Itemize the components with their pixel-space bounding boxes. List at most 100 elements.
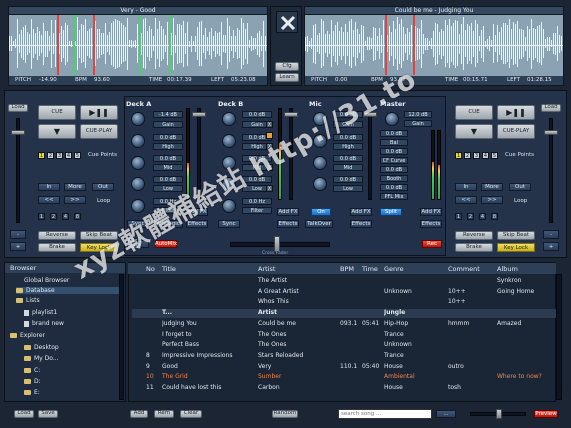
mic-add-fx-button[interactable]: Add FX [350, 208, 372, 216]
deck-b-skip-beat-button[interactable]: Skip Beat [497, 231, 535, 240]
deck-b-cue-play-button[interactable]: CUE-PLAY [497, 124, 535, 139]
tree-drive-c[interactable]: C: [24, 367, 40, 374]
tree-my-documents[interactable]: My Do... [24, 355, 59, 362]
tree-playlist1[interactable]: playlist1 [24, 309, 57, 316]
cue-point-button-5[interactable]: 5 [74, 152, 81, 159]
tree-drive-d[interactable]: D: [24, 378, 41, 385]
deck-b-cue-button[interactable]: CUE [455, 105, 493, 120]
master-split-button[interactable]: Split [380, 208, 402, 216]
deck-b-volume-handle[interactable] [284, 112, 298, 117]
column-header-title[interactable]: Title [162, 265, 176, 273]
deck-a-volume-handle[interactable] [192, 112, 206, 117]
deck-a-cue-play-button[interactable]: CUE-PLAY [80, 124, 118, 139]
cue-point-button-1[interactable]: 1 [38, 152, 45, 159]
footer-save-button[interactable]: Save [38, 410, 58, 418]
deck-b-brake-button[interactable]: Brake [455, 243, 493, 252]
crossfader-track[interactable] [230, 242, 330, 247]
loop-size-button-8[interactable]: 8 [74, 213, 81, 220]
deck-a-cue-button[interactable]: CUE [38, 105, 76, 120]
tree-explorer[interactable]: Explorer [10, 332, 45, 339]
table-row[interactable]: 9 Good Very 110.1 05:40 House outro [132, 363, 556, 372]
deck-b-reverse-button[interactable]: Reverse [455, 231, 493, 240]
column-header-artist[interactable]: Artist [258, 265, 275, 273]
mic-mid-knob[interactable] [313, 156, 327, 170]
deck-b-loop-out[interactable]: Out [509, 183, 531, 191]
deck-a-high-knob[interactable] [131, 134, 145, 148]
deck-b-load-button[interactable]: Load [541, 104, 561, 112]
loop-size-button-4[interactable]: 4 [62, 213, 69, 220]
cue-point-button-3[interactable]: 3 [56, 152, 63, 159]
table-row[interactable]: Judging You Could be me 093.1 05:41 Hip-Hop h… [132, 320, 556, 329]
table-row[interactable]: A Great Artist Unknown 10++ Going Home [132, 288, 556, 297]
deck-b-x-toggle[interactable]: X [266, 121, 273, 128]
deck-b-gain-knob[interactable] [222, 112, 236, 126]
cue-point-button-2[interactable]: 2 [47, 152, 54, 159]
loop-size-button-1[interactable]: 1 [455, 213, 462, 220]
tracklist-scrollbar[interactable] [556, 274, 562, 400]
deck-a-pitch-plus[interactable]: + [10, 242, 26, 251]
preview-button[interactable]: Preview [534, 410, 558, 418]
deck-a-loop-more[interactable]: More [64, 183, 86, 191]
loop-size-button-2[interactable]: 2 [50, 213, 57, 220]
table-row[interactable]: I forget to The Ones Trance [132, 331, 556, 340]
deck-a-pitch-handle[interactable] [11, 130, 25, 135]
loop-size-button-1[interactable]: 1 [38, 213, 45, 220]
master-add-fx-button[interactable]: Add FX [420, 208, 442, 216]
search-input[interactable] [338, 409, 432, 419]
deck-b-high-knob[interactable] [222, 134, 236, 148]
column-header-time[interactable]: Time [362, 265, 378, 273]
table-row[interactable]: T... Artist Jungle [132, 309, 556, 319]
cue-point-button-1[interactable]: 1 [455, 152, 462, 159]
deck-a-gain-knob[interactable] [131, 112, 145, 126]
deck-a-loop-back[interactable]: << [38, 196, 60, 204]
deck-b-effects-button[interactable]: Effects [277, 220, 299, 228]
deck-b-loop-in[interactable]: In [455, 183, 477, 191]
cue-point-button-4[interactable]: 4 [65, 152, 72, 159]
table-row[interactable]: Whos This 10++ [132, 298, 556, 307]
footer-load-button[interactable]: Load [14, 410, 34, 418]
deck-a-low-knob[interactable] [131, 177, 145, 191]
column-header-genre[interactable]: Genre [384, 265, 404, 273]
cue-marker[interactable] [139, 15, 141, 75]
deck-a-load-button[interactable]: Load [8, 104, 28, 112]
record-button[interactable]: Rec [422, 240, 442, 248]
mic-low-knob[interactable] [313, 177, 327, 191]
loop-size-button-2[interactable]: 2 [467, 213, 474, 220]
footer-clear-button[interactable]: Clear [180, 410, 202, 418]
tree-desktop[interactable]: Desktop [24, 344, 59, 351]
loop-size-button-4[interactable]: 4 [479, 213, 486, 220]
deck-b-pitch-handle[interactable] [544, 130, 558, 135]
tree-drive-e[interactable]: E: [24, 389, 40, 396]
column-header-comment[interactable]: Comment [448, 265, 480, 273]
footer-rem-button[interactable]: Rem [154, 410, 174, 418]
deck-a-reverse-button[interactable]: Reverse [38, 231, 76, 240]
deck-a-waveform[interactable]: Very - Good PITCH -14.90 BPM 93.60 TIME … [8, 6, 268, 86]
table-row[interactable]: 10 The Grid Sumber Ambiental Where to now? [132, 373, 556, 382]
table-row[interactable]: 11 Could have lost this Carbon House tosh [132, 384, 556, 393]
table-row[interactable]: Perfect Bass The Ones Unknown [132, 341, 556, 350]
cue-marker[interactable] [169, 15, 171, 75]
deck-b-add-fx-button[interactable]: Add FX [277, 208, 299, 216]
deck-a-stop-button[interactable]: ▼ [38, 124, 76, 139]
deck-a-play-pause-button[interactable]: ▶❚❚ [80, 105, 118, 120]
config-button[interactable]: Cfg [275, 62, 299, 71]
deck-b-key-lock-button[interactable]: Key Lock [497, 243, 535, 252]
cue-point-button-4[interactable]: 4 [482, 152, 489, 159]
deck-a-loop-in[interactable]: In [38, 183, 60, 191]
cue-point-button-5[interactable]: 5 [491, 152, 498, 159]
tree-lists[interactable]: Lists [16, 297, 40, 304]
deck-b-x-toggle-4[interactable]: X [266, 185, 273, 192]
deck-b-stop-button[interactable]: ▼ [455, 124, 493, 139]
cue-marker[interactable] [57, 15, 59, 75]
column-header-bpm[interactable]: BPM [340, 265, 354, 273]
cue-point-button-2[interactable]: 2 [464, 152, 471, 159]
footer-random-button[interactable]: Random [272, 410, 298, 418]
table-row[interactable]: The Artist Synkron [132, 277, 556, 286]
mic-on-button[interactable]: On [311, 208, 331, 216]
table-row[interactable]: 8 Impressive Impressions Stars Reloaded Tra… [132, 352, 556, 361]
mic-talkover-button[interactable]: TalkOver [305, 220, 333, 228]
cue-marker[interactable] [73, 15, 75, 75]
deck-b-play-pause-button[interactable]: ▶❚❚ [497, 105, 535, 120]
browser-scrollbar[interactable] [119, 274, 124, 400]
tree-brand-new[interactable]: brand new [24, 320, 64, 327]
